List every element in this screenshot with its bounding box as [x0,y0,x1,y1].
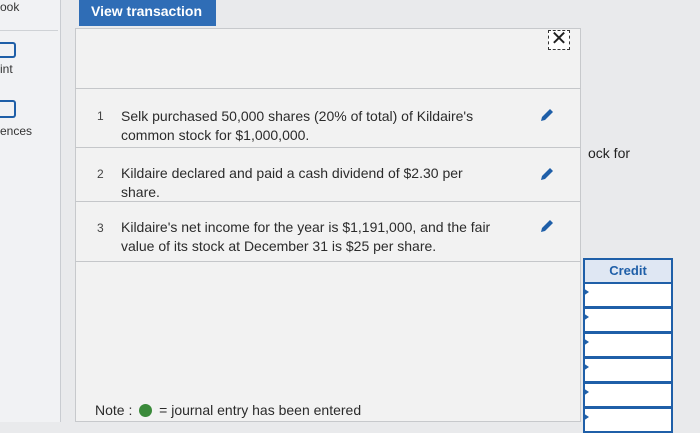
note-text: = journal entry has been entered [159,402,362,418]
transaction-number: 3 [97,221,104,235]
left-sidebar: ook int ences [0,0,61,422]
transaction-description: Kildaire's net income for the year is $1… [121,219,491,254]
divider [0,30,58,31]
edit-pencil-icon[interactable] [539,218,555,234]
sidebar-item-references[interactable]: ences [0,100,60,140]
credit-table: Credit [583,258,673,433]
close-button[interactable]: ✕ [548,28,570,50]
sidebar-item-ebook[interactable]: ook [0,0,60,14]
list-item[interactable]: 2 Kildaire declared and paid a cash divi… [75,148,581,202]
close-icon: ✕ [550,28,568,50]
transaction-list: 1 Selk purchased 50,000 shares (20% of t… [75,88,581,262]
green-dot-icon [139,404,153,417]
list-item[interactable]: 1 Selk purchased 50,000 shares (20% of t… [75,88,581,148]
list-item[interactable]: 3 Kildaire's net income for the year is … [75,202,581,262]
references-icon [0,100,16,118]
view-transaction-list-tab[interactable]: View transaction list [79,0,216,41]
transaction-number: 1 [97,109,104,123]
credit-cell[interactable] [583,383,673,408]
edit-pencil-icon[interactable] [539,107,555,123]
credit-cell[interactable] [583,358,673,383]
sidebar-item-label: int [0,62,13,76]
print-icon [0,42,16,58]
transaction-description: Kildaire declared and paid a cash divide… [121,165,463,200]
credit-cell[interactable] [583,283,673,308]
note-label: Note : [95,402,133,418]
credit-cell[interactable] [583,408,673,433]
sidebar-item-print[interactable]: int [0,42,60,82]
sidebar-item-label: ook [0,0,20,14]
transaction-description: Selk purchased 50,000 shares (20% of tot… [121,108,474,143]
transaction-number: 2 [97,167,104,181]
legend-note: Note : = journal entry has been entered [95,402,361,418]
credit-cell[interactable] [583,308,673,333]
credit-header: Credit [583,258,673,283]
background-text: ock for [588,145,631,161]
edit-pencil-icon[interactable] [539,166,555,182]
sidebar-item-label: ences [0,124,33,138]
credit-cell[interactable] [583,333,673,358]
